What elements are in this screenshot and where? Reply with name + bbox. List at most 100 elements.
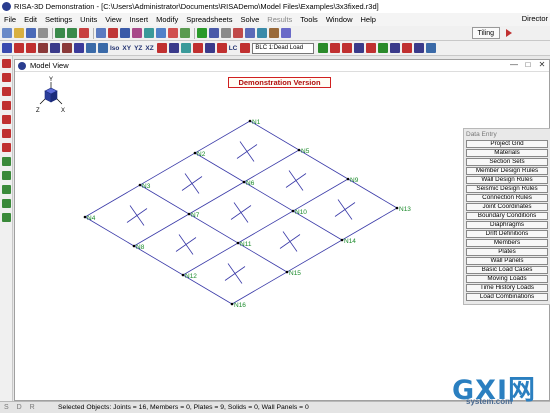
maximize-icon[interactable]: □	[523, 61, 533, 70]
modify-icon[interactable]	[2, 213, 11, 222]
menu-modify[interactable]: Modify	[152, 15, 182, 24]
show-members-icon[interactable]	[180, 43, 191, 53]
stress-icon[interactable]	[366, 43, 377, 53]
tiling-arrow-icon[interactable]	[506, 29, 512, 37]
zoom-icon[interactable]	[38, 43, 48, 53]
menu-results[interactable]: Results	[263, 15, 296, 24]
members-button[interactable]: Members	[466, 239, 548, 247]
unselect-icon[interactable]	[2, 73, 11, 82]
show-loads-icon[interactable]	[216, 43, 227, 53]
draw-members-icon[interactable]	[2, 143, 11, 152]
code-check-icon[interactable]	[414, 43, 425, 53]
menu-units[interactable]: Units	[76, 15, 101, 24]
report-icon[interactable]	[221, 28, 231, 38]
member-design-rules-button[interactable]: Member Design Rules	[466, 167, 548, 175]
polygon-select-icon[interactable]	[2, 101, 11, 110]
member-icon[interactable]	[120, 28, 130, 38]
menu-view[interactable]: View	[101, 15, 125, 24]
diaphragms-button[interactable]: Diaphragms	[466, 221, 548, 229]
boundary-icon[interactable]	[2, 171, 11, 180]
redraw-icon[interactable]	[98, 43, 108, 53]
status-tabs[interactable]: S D R	[0, 404, 58, 411]
new-icon[interactable]	[2, 28, 12, 38]
render-icon[interactable]	[14, 43, 24, 53]
show-plates-icon[interactable]	[192, 43, 203, 53]
spreadsheet-icon[interactable]	[144, 28, 154, 38]
menu-tools[interactable]: Tools	[296, 15, 322, 24]
detail-icon[interactable]	[245, 28, 255, 38]
print-icon[interactable]	[38, 28, 48, 38]
export-icon[interactable]	[281, 28, 291, 38]
menu-spreadsheets[interactable]: Spreadsheets	[182, 15, 236, 24]
xz-view-button[interactable]: XZ	[145, 45, 153, 52]
time-history-loads-button[interactable]: Time History Loads	[466, 284, 548, 292]
load-combinations-button[interactable]: Load Combinations	[466, 293, 548, 301]
menu-settings[interactable]: Settings	[41, 15, 76, 24]
lc-toggle-button[interactable]: LC	[229, 45, 238, 52]
animate-icon[interactable]	[354, 43, 365, 53]
moving-loads-button[interactable]: Moving Loads	[466, 275, 548, 283]
boundary-conditions-button[interactable]: Boundary Conditions	[466, 212, 548, 220]
materials-button[interactable]: Materials	[466, 149, 548, 157]
menu-insert[interactable]: Insert	[125, 15, 152, 24]
minimize-icon[interactable]: —	[509, 61, 519, 70]
seismic-design-rules-button[interactable]: Seismic Design Rules	[466, 185, 548, 193]
results-display-icon[interactable]	[330, 43, 341, 53]
load-display-icon[interactable]	[240, 43, 251, 53]
menu-window[interactable]: Window	[322, 15, 357, 24]
member-forces-icon[interactable]	[390, 43, 401, 53]
wall-panels-button[interactable]: Wall Panels	[466, 257, 548, 265]
joint-icon[interactable]	[108, 28, 118, 38]
design-icon[interactable]	[233, 28, 243, 38]
lock-icon[interactable]	[2, 129, 11, 138]
menu-edit[interactable]: Edit	[20, 15, 41, 24]
load-case-select[interactable]: BLC 1:Dead Load	[252, 42, 315, 54]
boundary-icon[interactable]	[180, 28, 190, 38]
draw-plates-icon[interactable]	[2, 157, 11, 166]
select-icon[interactable]	[2, 59, 11, 68]
wall-design-rules-button[interactable]: Wall Design Rules	[466, 176, 548, 184]
model-canvas[interactable]: Y Z X N1 N2 N3 N4 N5 N6 N7 N8 N9 N10 N11 N12 N13 N14 N…	[15, 72, 550, 400]
graphic-select-icon[interactable]	[156, 43, 167, 53]
yz-view-button[interactable]: YZ	[134, 45, 142, 52]
pan-icon[interactable]	[74, 43, 84, 53]
close-icon[interactable]: ✕	[537, 61, 547, 70]
rotate-icon[interactable]	[86, 43, 96, 53]
clone-view-icon[interactable]	[26, 43, 36, 53]
box-select-icon[interactable]	[2, 87, 11, 96]
director-label[interactable]: Director	[522, 14, 548, 23]
zoom-box-icon[interactable]	[50, 43, 60, 53]
contour-icon[interactable]	[378, 43, 389, 53]
menu-file[interactable]: File	[0, 15, 20, 24]
load-cycle-icon[interactable]	[318, 43, 329, 53]
open-icon[interactable]	[14, 28, 24, 38]
view-icon[interactable]	[2, 43, 12, 53]
save-view-icon[interactable]	[426, 43, 437, 53]
show-joints-icon[interactable]	[168, 43, 179, 53]
grid-icon[interactable]	[96, 28, 106, 38]
reactions-icon[interactable]	[402, 43, 413, 53]
table-icon[interactable]	[156, 28, 166, 38]
menu-help[interactable]: Help	[357, 15, 380, 24]
results-icon[interactable]	[209, 28, 219, 38]
zoom-out-icon[interactable]	[62, 43, 72, 53]
load-icon[interactable]	[2, 185, 11, 194]
foundation-icon[interactable]	[269, 28, 279, 38]
drift-definitions-button[interactable]: Drift Definitions	[466, 230, 548, 238]
plates-button[interactable]: Plates	[466, 248, 548, 256]
connection-rules-button[interactable]: Connection Rules	[466, 194, 548, 202]
solve-icon[interactable]	[197, 28, 207, 38]
show-labels-icon[interactable]	[204, 43, 215, 53]
deflection-icon[interactable]	[342, 43, 353, 53]
delete-icon[interactable]	[79, 28, 89, 38]
section-sets-button[interactable]: Section Sets	[466, 158, 548, 166]
menu-solve[interactable]: Solve	[237, 15, 264, 24]
load-icon[interactable]	[168, 28, 178, 38]
basic-load-cases-button[interactable]: Basic Load Cases	[466, 266, 548, 274]
project-grid-button[interactable]: Project Grid	[466, 140, 548, 148]
redo-icon[interactable]	[67, 28, 77, 38]
plate-icon[interactable]	[132, 28, 142, 38]
line-select-icon[interactable]	[2, 115, 11, 124]
undo-icon[interactable]	[55, 28, 65, 38]
connection-icon[interactable]	[257, 28, 267, 38]
